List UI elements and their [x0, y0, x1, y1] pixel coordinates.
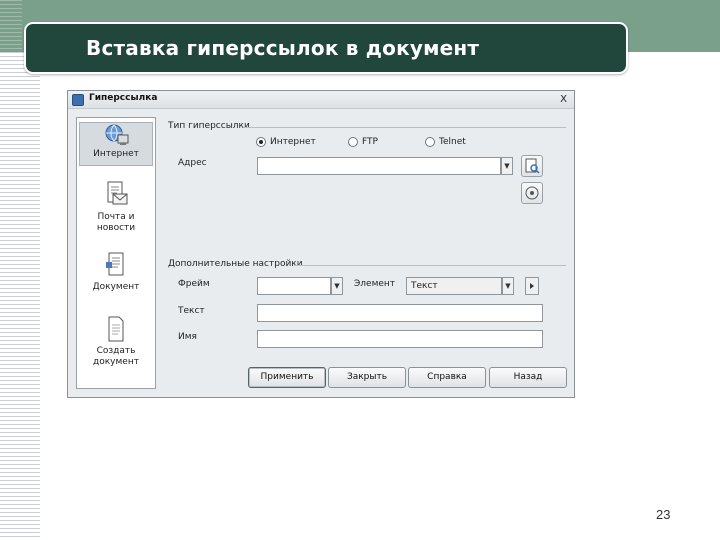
close-button[interactable]: Закрыть [328, 367, 406, 388]
target-button[interactable] [521, 182, 543, 204]
radio-telnet[interactable]: Telnet [425, 137, 466, 147]
browse-web-button[interactable] [521, 155, 543, 177]
mail-icon [107, 181, 128, 205]
dialog-title: Гиперссылка [89, 93, 158, 103]
new-document-icon [108, 316, 124, 342]
name-label: Имя [178, 332, 197, 342]
hyperlink-dialog: Гиперссылка X Интернет Почта и новости Д… [67, 90, 575, 398]
sidebar-item-document[interactable]: Документ [79, 250, 153, 296]
sidebar-item-new-document[interactable]: Создать документ [79, 314, 153, 372]
link-type-group-label: Тип гиперссылки [168, 121, 250, 131]
dialog-titlebar: Гиперссылка X [68, 91, 574, 109]
hyperlink-category-list: Интернет Почта и новости Документ Создат… [76, 117, 156, 389]
group-divider [244, 127, 566, 128]
element-label: Элемент [354, 279, 396, 289]
hyperlink-app-icon [72, 94, 84, 106]
sidebar-item-mail[interactable]: Почта и новости [79, 180, 153, 238]
back-button[interactable]: Назад [489, 367, 567, 388]
frame-label: Фрейм [178, 279, 210, 289]
radio-indicator [256, 137, 266, 147]
sidebar-item-internet[interactable]: Интернет [79, 122, 153, 166]
slide-hatch-left [0, 52, 40, 540]
address-label: Адрес [178, 158, 207, 168]
globe-icon [105, 124, 129, 145]
group-divider [294, 265, 566, 266]
slide-title: Вставка гиперссылок в документ [86, 36, 480, 60]
name-input[interactable] [257, 330, 543, 348]
text-input[interactable] [257, 304, 543, 322]
apply-button[interactable]: Применить [248, 367, 326, 388]
slide-title-box: Вставка гиперссылок в документ [24, 22, 628, 74]
events-button[interactable] [525, 277, 539, 295]
extra-settings-group-label: Дополнительные настройки [168, 259, 303, 269]
help-button[interactable]: Справка [408, 367, 486, 388]
element-combo[interactable]: Текст [406, 277, 502, 295]
radio-ftp[interactable]: FTP [348, 137, 378, 147]
sidebar-item-label: Создать документ [93, 346, 139, 367]
sidebar-item-label: Почта и новости [96, 212, 136, 233]
radio-indicator [348, 137, 358, 147]
sidebar-item-label: Интернет [93, 149, 139, 159]
frame-combo[interactable] [257, 277, 331, 295]
play-icon [530, 283, 534, 289]
page-number: 23 [656, 507, 671, 522]
target-icon [525, 186, 539, 200]
address-input[interactable] [257, 157, 501, 175]
close-icon[interactable]: X [557, 93, 570, 106]
chevron-down-icon[interactable]: ▼ [502, 277, 514, 295]
browse-icon [525, 158, 540, 174]
chevron-down-icon[interactable]: ▼ [331, 277, 343, 295]
radio-label: Telnet [439, 137, 466, 147]
text-label: Текст [178, 306, 205, 316]
radio-indicator [425, 137, 435, 147]
document-icon [106, 252, 124, 276]
radio-internet[interactable]: Интернет [256, 137, 316, 147]
radio-label: FTP [362, 137, 378, 147]
sidebar-item-label: Документ [92, 282, 140, 292]
chevron-down-icon[interactable]: ▼ [501, 157, 513, 175]
radio-label: Интернет [270, 137, 316, 147]
slide-hatch-top [0, 0, 22, 52]
